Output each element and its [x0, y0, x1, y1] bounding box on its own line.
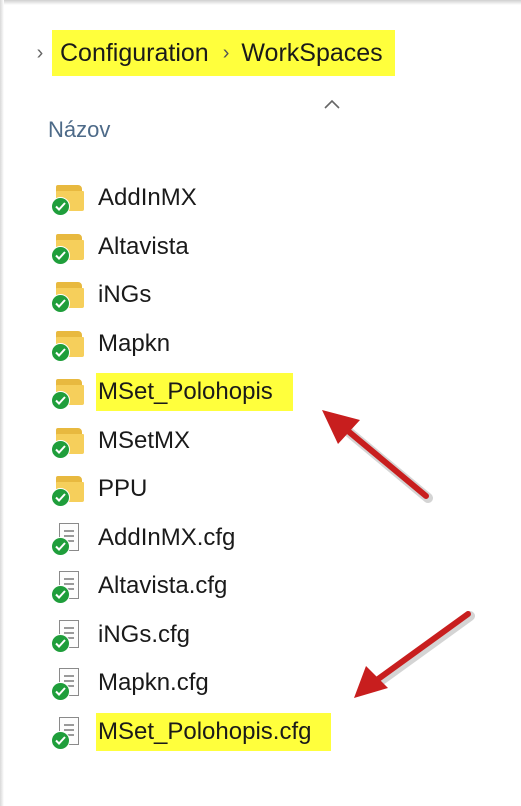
annotation-arrow-file-icon [354, 611, 475, 698]
annotation-arrow-folder-icon [322, 410, 433, 503]
explorer-window: › Configuration › WorkSpaces Názov AddIn… [0, 0, 521, 806]
annotation-arrows [322, 410, 475, 698]
